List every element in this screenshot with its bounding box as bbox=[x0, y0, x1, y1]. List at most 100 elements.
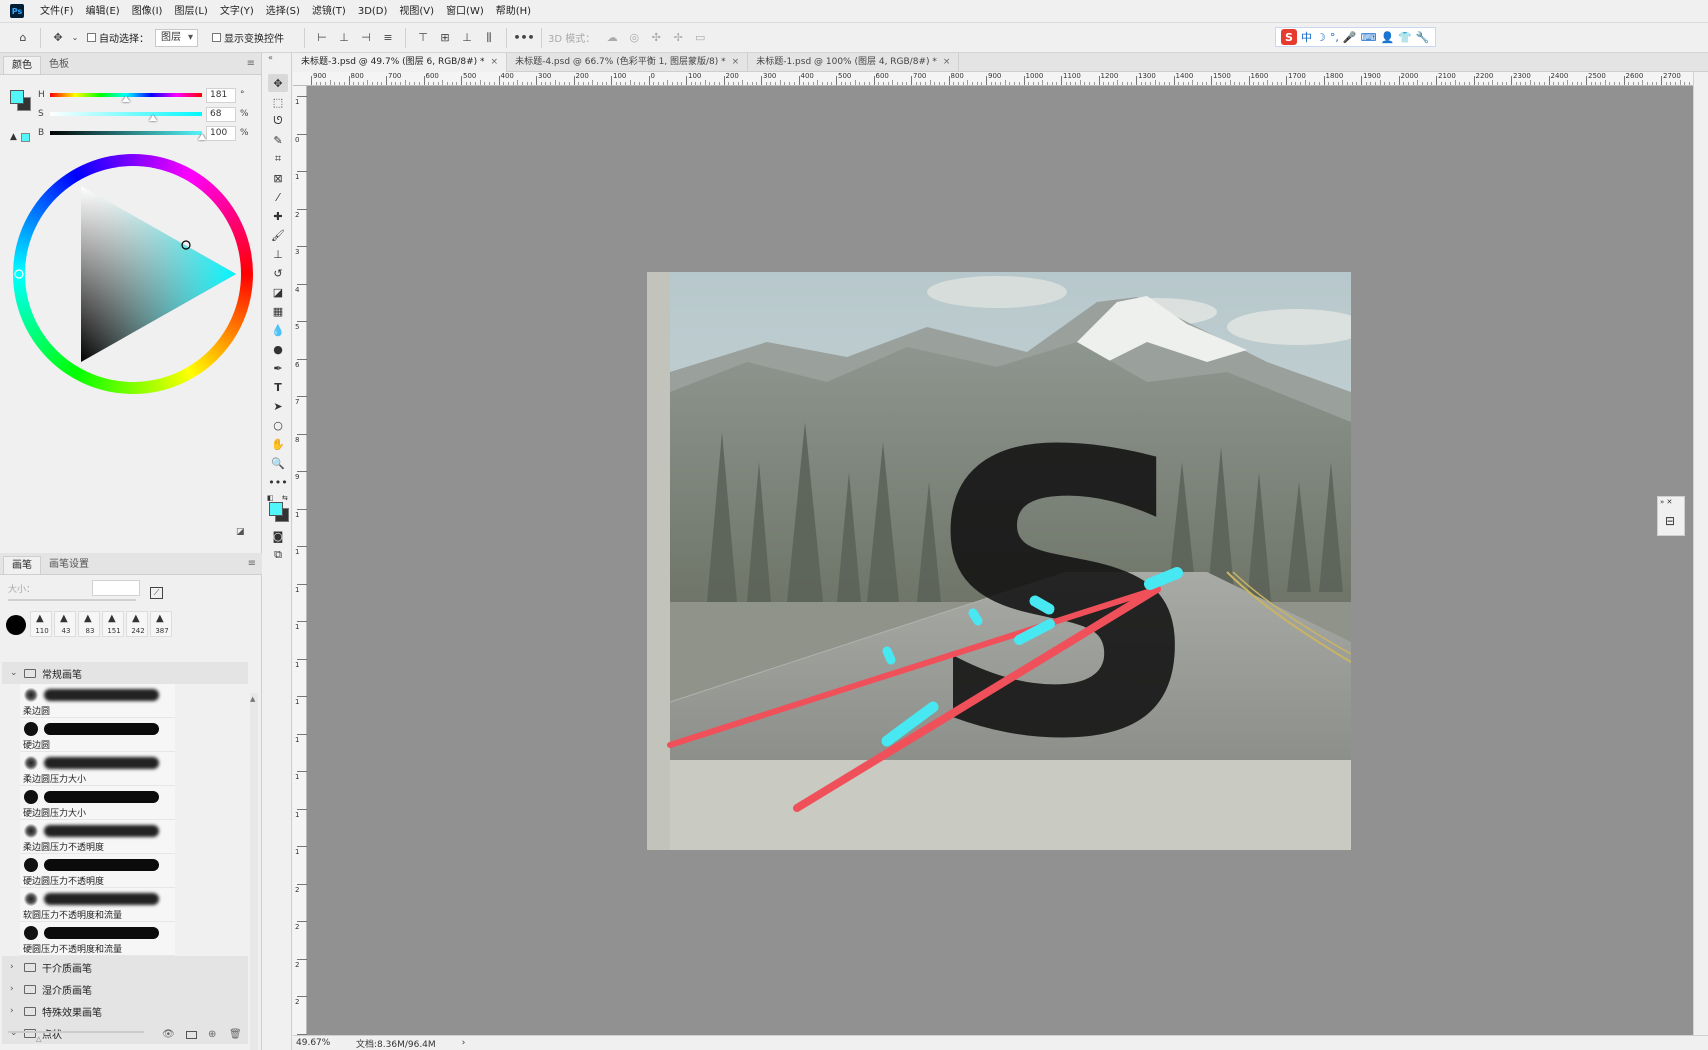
close-icon[interactable]: × bbox=[943, 57, 951, 67]
brush-tool-icon[interactable]: 🖌 bbox=[268, 226, 288, 244]
recent-brush-tip-round[interactable] bbox=[6, 615, 26, 635]
recent-brush-tip[interactable]: ▲ 151 bbox=[102, 611, 124, 637]
new-group-folder-icon[interactable] bbox=[186, 1031, 197, 1039]
moon-icon[interactable]: ☽ bbox=[1316, 31, 1326, 44]
hue-value-field[interactable]: 181 bbox=[206, 88, 236, 103]
brightness-slider-thumb[interactable] bbox=[198, 134, 206, 140]
document-tab[interactable]: 未标题-3.psd @ 49.7% (图层 6, RGB/8#) * × bbox=[293, 53, 508, 72]
chevron-down-icon[interactable]: ⌄ bbox=[10, 668, 20, 678]
document-canvas[interactable]: S bbox=[647, 272, 1351, 850]
auto-select-checkbox[interactable] bbox=[87, 33, 96, 42]
tool-foreground-color[interactable] bbox=[269, 502, 283, 516]
brush-preset[interactable]: 柔边圆压力不透明度 bbox=[20, 820, 175, 854]
brush-size-input[interactable] bbox=[92, 580, 140, 596]
menu-item[interactable]: 文件(F) bbox=[34, 0, 80, 23]
distribute-icon[interactable]: ≡ bbox=[379, 29, 397, 47]
brush-bottom-slider-thumb[interactable]: △ bbox=[36, 1035, 41, 1043]
lasso-tool-icon[interactable]: ᘎ bbox=[268, 112, 288, 130]
align-right-icon[interactable]: ⊣ bbox=[357, 29, 375, 47]
chevron-right-icon[interactable]: › bbox=[10, 962, 20, 972]
align-middle-v-icon[interactable]: ⊞ bbox=[436, 29, 454, 47]
brightness-value-field[interactable]: 100 bbox=[206, 126, 236, 141]
dodge-tool-icon[interactable]: ● bbox=[268, 340, 288, 358]
tab-brush-settings[interactable]: 画笔设置 bbox=[41, 556, 97, 574]
type-tool-icon[interactable]: T bbox=[268, 378, 288, 396]
hand-tool-icon[interactable]: ✋ bbox=[268, 435, 288, 453]
wrench-icon[interactable]: 🔧 bbox=[1416, 31, 1430, 44]
chevron-right-icon[interactable]: › bbox=[10, 1006, 20, 1016]
menu-item[interactable]: 文字(Y) bbox=[214, 0, 260, 23]
align-top-icon[interactable]: ⊤ bbox=[414, 29, 432, 47]
canvas-area[interactable]: S bbox=[307, 86, 1693, 1035]
recent-brush-tip[interactable]: ▲ 387 bbox=[150, 611, 172, 637]
vertical-scrollbar[interactable] bbox=[1693, 72, 1708, 1035]
saturation-slider[interactable] bbox=[50, 112, 202, 116]
healing-brush-tool-icon[interactable]: ✚ bbox=[268, 207, 288, 225]
brush-preset[interactable]: 软圆压力不透明度和流量 bbox=[20, 888, 175, 922]
frame-tool-icon[interactable]: ⊠ bbox=[268, 169, 288, 187]
tab-swatches[interactable]: 色板 bbox=[41, 56, 77, 74]
recent-brush-tip[interactable]: ▲ 242 bbox=[126, 611, 148, 637]
brush-scrollbar[interactable] bbox=[250, 693, 258, 1050]
show-transform-checkbox[interactable] bbox=[212, 33, 221, 42]
saturation-slider-thumb[interactable] bbox=[149, 115, 158, 121]
brush-preset[interactable]: 硬边圆 bbox=[20, 718, 175, 752]
new-brush-from-preset-icon[interactable]: ⟋ bbox=[150, 587, 163, 599]
quick-mask-icon[interactable]: ◙ bbox=[268, 527, 288, 545]
blur-tool-icon[interactable]: 💧 bbox=[268, 321, 288, 339]
brush-group[interactable]: › 湿介质画笔 bbox=[2, 978, 248, 1000]
tab-brushes[interactable]: 画笔 bbox=[3, 556, 41, 574]
saturation-value-field[interactable]: 68 bbox=[206, 107, 236, 122]
brush-group[interactable]: › 特殊效果画笔 bbox=[2, 1000, 248, 1022]
menu-item[interactable]: 滤镜(T) bbox=[306, 0, 352, 23]
brush-preset[interactable]: 硬边圆压力不透明度 bbox=[20, 854, 175, 888]
brush-preset[interactable]: 柔边圆 bbox=[20, 684, 175, 718]
crop-tool-icon[interactable]: ⌗ bbox=[268, 150, 288, 168]
close-icon[interactable]: × bbox=[732, 57, 740, 67]
microphone-icon[interactable]: 🎤 bbox=[1343, 31, 1357, 44]
menu-item[interactable]: 帮助(H) bbox=[490, 0, 537, 23]
zoom-tool-icon[interactable]: 🔍 bbox=[268, 454, 288, 472]
close-icon[interactable]: × bbox=[491, 57, 499, 67]
menu-item[interactable]: 图层(L) bbox=[168, 0, 213, 23]
swap-colors-icon[interactable]: ⇆ bbox=[282, 494, 288, 502]
brush-group[interactable]: ⌄ 常规画笔 bbox=[2, 662, 248, 684]
panel-menu-icon[interactable]: ≡ bbox=[247, 58, 255, 69]
delete-trash-icon[interactable]: 🗑 bbox=[229, 1029, 242, 1040]
menu-item[interactable]: 窗口(W) bbox=[440, 0, 490, 23]
brush-preset[interactable]: 硬边圆压力大小 bbox=[20, 786, 175, 820]
menu-item[interactable]: 3D(D) bbox=[352, 0, 394, 23]
panel-resize-icon[interactable]: ◪ bbox=[236, 527, 245, 537]
eye-visibility-icon[interactable]: 👁 bbox=[162, 1029, 175, 1040]
tab-color[interactable]: 颜色 bbox=[3, 56, 41, 74]
zoom-level[interactable]: 49.67% bbox=[296, 1038, 356, 1048]
document-tab[interactable]: 未标题-4.psd @ 66.7% (色彩平衡 1, 图层蒙版/8) * × bbox=[507, 53, 749, 72]
chevron-down-icon[interactable]: ⌄ bbox=[10, 1028, 20, 1038]
document-tab[interactable]: 未标题-1.psd @ 100% (图层 4, RGB/8#) * × bbox=[748, 53, 960, 72]
home-icon[interactable]: ⌂ bbox=[14, 29, 32, 47]
align-center-h-icon[interactable]: ⊥ bbox=[335, 29, 353, 47]
brightness-slider[interactable] bbox=[50, 131, 202, 135]
pen-tool-icon[interactable]: ✒ bbox=[268, 359, 288, 377]
brush-size-slider[interactable] bbox=[8, 599, 136, 601]
layer-select-dropdown[interactable]: 图层 bbox=[155, 28, 198, 47]
user-icon[interactable]: 👤 bbox=[1380, 31, 1394, 44]
brush-scrollbar-up[interactable]: ▲ bbox=[250, 695, 255, 703]
reset-colors-icon[interactable]: ◧ bbox=[267, 494, 274, 502]
quick-select-tool-icon[interactable]: ✎ bbox=[268, 131, 288, 149]
brush-bottom-slider[interactable] bbox=[8, 1031, 144, 1033]
brush-preset[interactable]: 硬圆压力不透明度和流量 bbox=[20, 922, 175, 956]
move-tool-icon[interactable]: ✥ bbox=[268, 74, 288, 92]
brush-group[interactable]: › 干介质画笔 bbox=[2, 956, 248, 978]
distribute-v-icon[interactable]: ⫼ bbox=[480, 29, 498, 47]
more-options-icon[interactable]: ••• bbox=[513, 29, 534, 47]
move-tool-icon[interactable]: ✥ bbox=[49, 29, 67, 47]
marquee-tool-icon[interactable]: ⬚ bbox=[268, 93, 288, 111]
properties-panel-icon[interactable]: ⊟ bbox=[1665, 514, 1675, 528]
dock-expand-icon[interactable]: » ✕ bbox=[1660, 498, 1672, 506]
recent-brush-tip[interactable]: ▲ 83 bbox=[78, 611, 100, 637]
toolbar-collapse-icon[interactable]: « bbox=[268, 53, 273, 62]
color-triangle[interactable] bbox=[13, 154, 253, 394]
new-brush-icon[interactable]: ⊕ bbox=[208, 1029, 216, 1040]
path-select-tool-icon[interactable]: ➤ bbox=[268, 397, 288, 415]
